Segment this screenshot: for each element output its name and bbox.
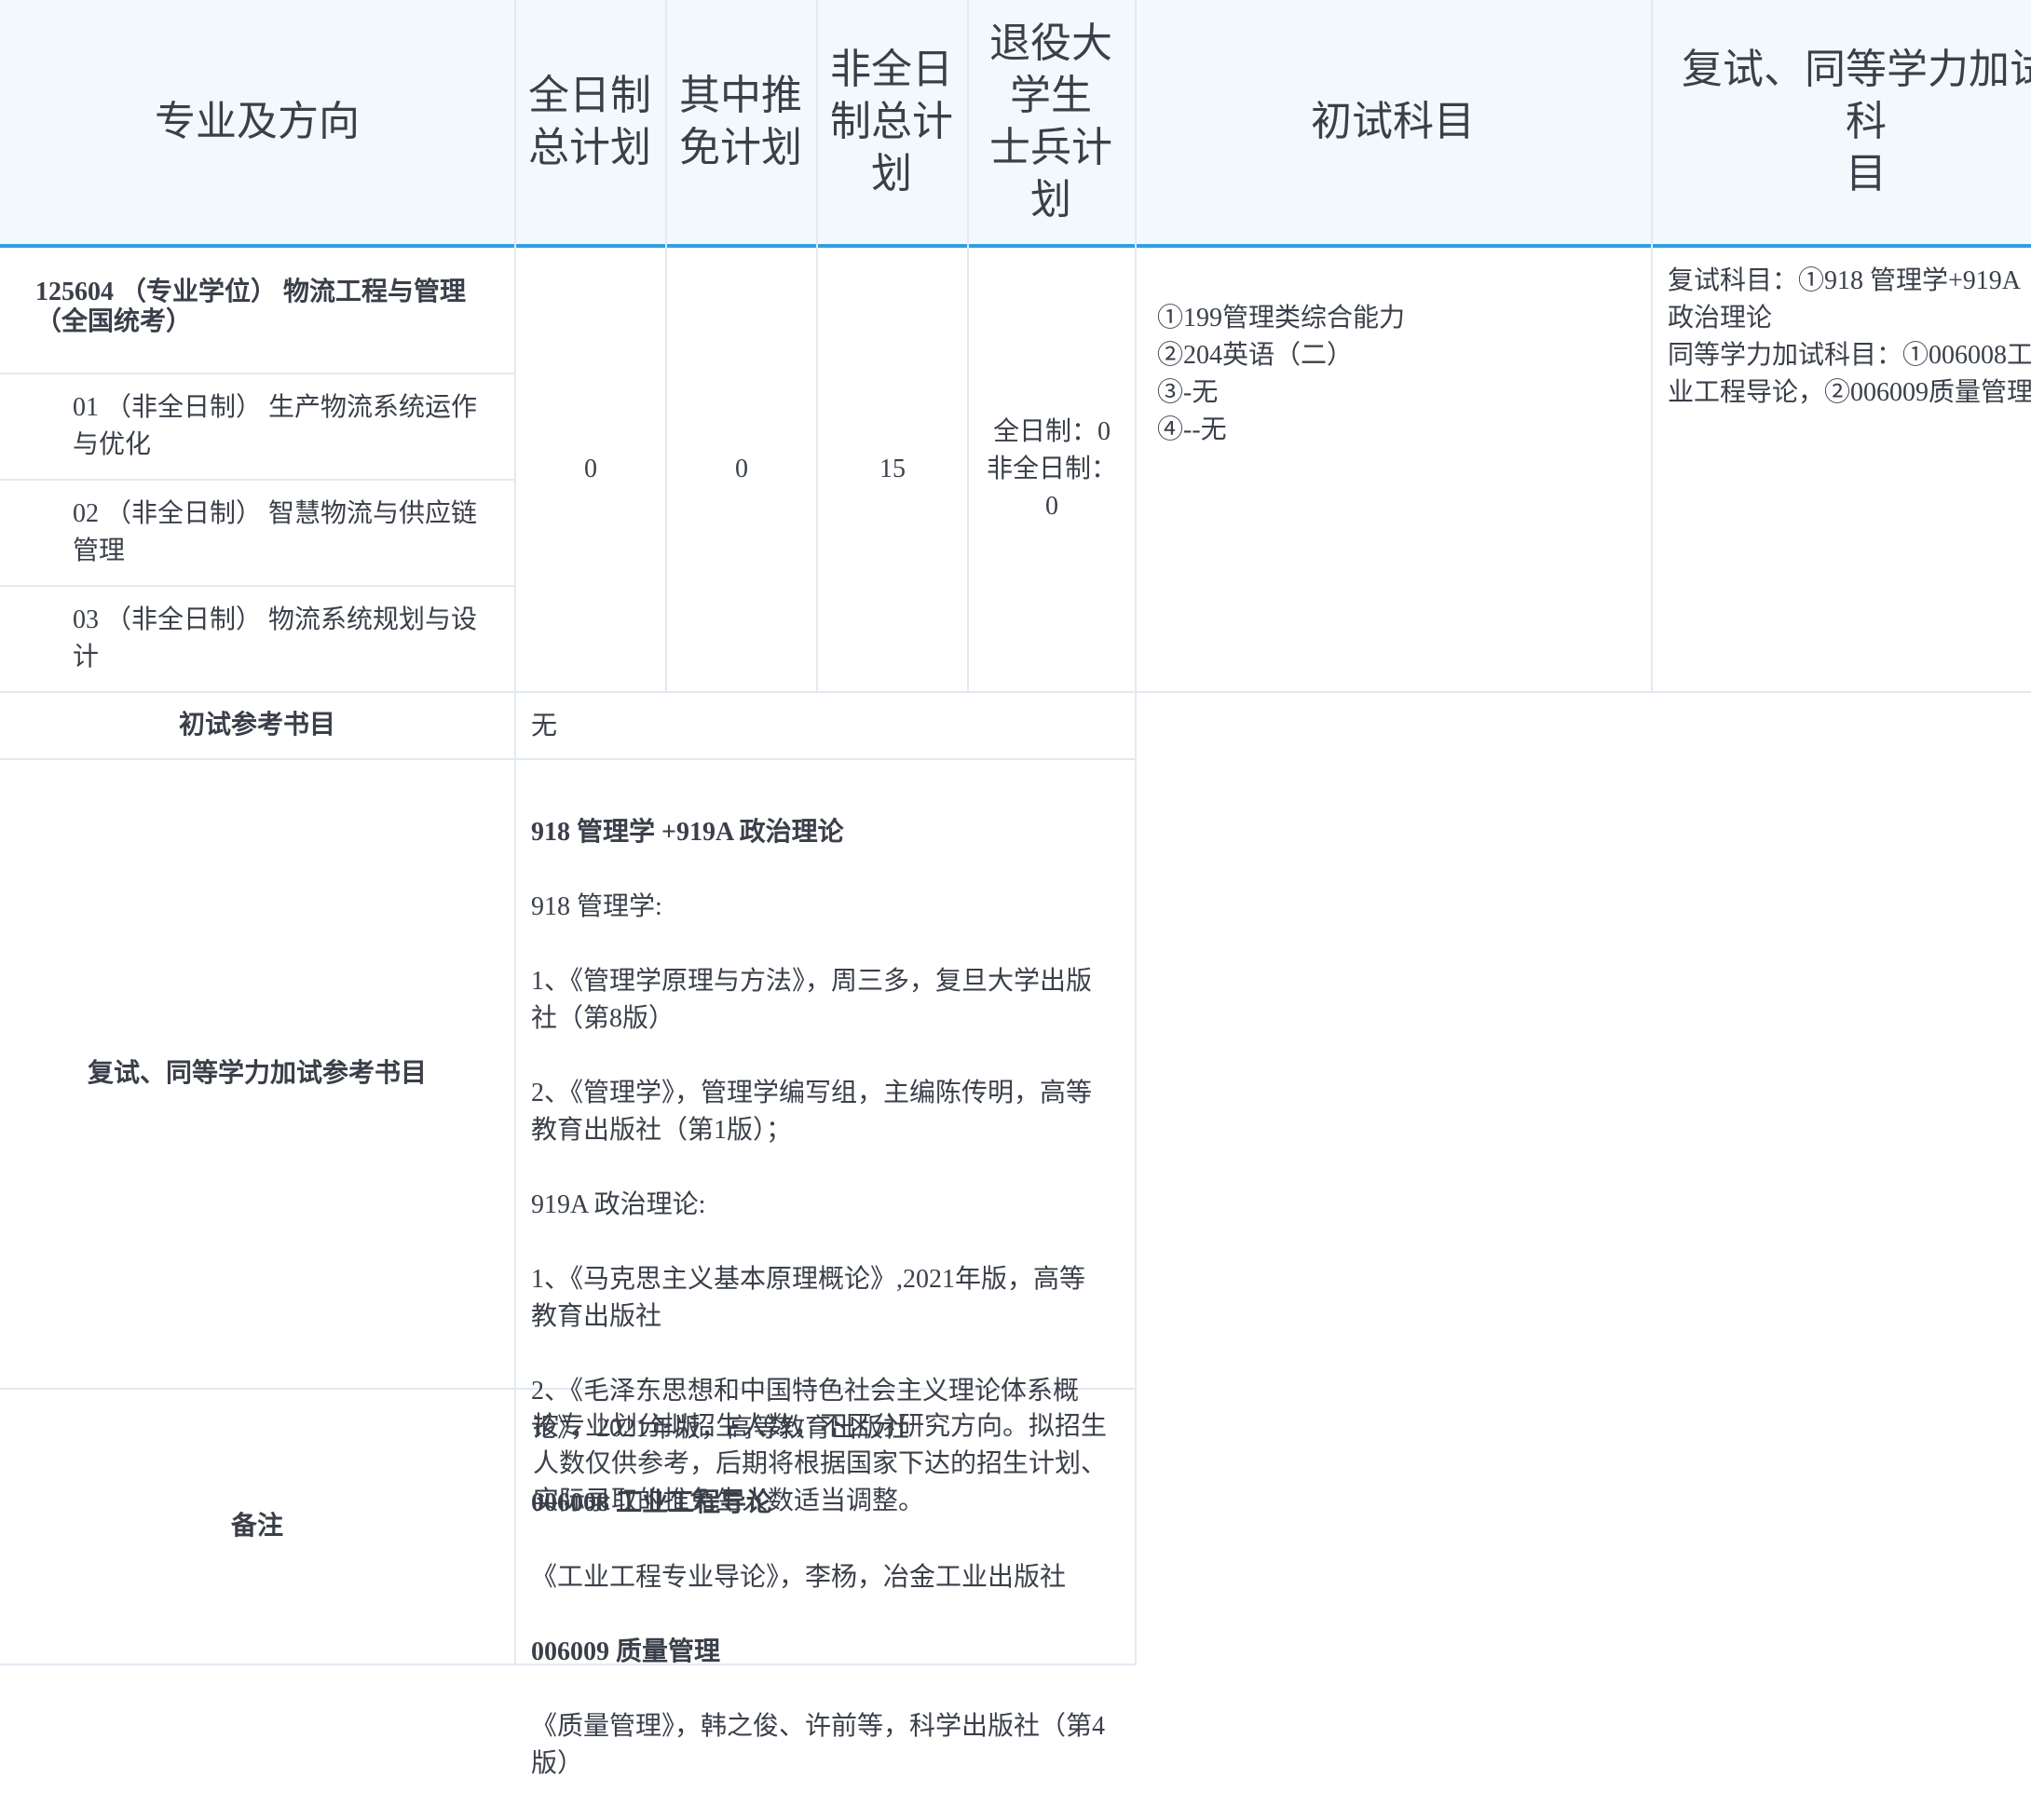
header-initial-subjects: 初试科目	[1311, 99, 1475, 144]
grid-line	[1651, 0, 1653, 691]
remarks-value: 按专业划分拟招生人数，不区分研究方向。拟招生 人数仅供参考，后期将根据国家下达的…	[533, 1412, 1108, 1515]
retest-subjects-value: 复试科目：①918 管理学+919A 政治理论 同等学力加试科目：①006008…	[1668, 266, 2031, 407]
veteran-plan-value: 全日制：0 非全日制： 0	[986, 417, 1117, 521]
direction-item: 03 （非全日制） 物流系统规划与设 计	[73, 605, 478, 672]
header-full-time-total: 全日制 总计划	[528, 73, 651, 170]
initial-books-label: 初试参考书目	[178, 711, 335, 740]
header-major-direction: 专业及方向	[155, 99, 360, 144]
recommended-value: 0	[735, 455, 748, 483]
initial-books-value: 无	[531, 712, 558, 740]
retest-books-list: 918 管理学 +919A 政治理论 918 管理学: 1、《管理学原理与方法》…	[531, 777, 1127, 1820]
header-retest-subjects: 复试、同等学力加试科 目	[1682, 47, 2031, 197]
initial-subjects-value: ①199管理类综合能力 ②204英语（二） ③-无 ④--无	[1157, 304, 1406, 444]
header-veteran-plan: 退役大 学生 士兵计 划	[989, 20, 1112, 223]
grid-line	[1135, 0, 1137, 1665]
header-part-time-total: 非全日 制总计 划	[830, 47, 953, 197]
book-line: 1、《马克思主义基本原理概论》,2021年版，高等 教育出版社	[531, 1265, 1086, 1331]
book-line: 006009 质量管理	[531, 1637, 721, 1666]
book-line: 918 管理学:	[531, 892, 662, 921]
header-recommended: 其中推 免计划	[679, 73, 802, 170]
book-line: 1、《管理学原理与方法》，周三多，复旦大学出版 社（第8版）	[531, 967, 1093, 1033]
retest-books-label: 复试、同等学力加试参考书目	[87, 1059, 427, 1088]
direction-item: 02 （非全日制） 智慧物流与供应链 管理	[73, 499, 478, 565]
full-time-total-value: 0	[584, 455, 597, 483]
direction-item: 01 （非全日制） 生产物流系统运作 与优化	[73, 393, 478, 459]
admission-plan-table: 专业及方向 全日制 总计划 其中推 免计划 非全日 制总计 划 退役大 学生 士…	[0, 0, 2031, 1778]
book-line: 2、《管理学》，管理学编写组，主编陈传明，高等 教育出版社（第1版）；	[531, 1079, 1093, 1145]
grid-line	[0, 479, 514, 481]
book-line: 918 管理学 +919A 政治理论	[531, 818, 844, 847]
book-line: 《工业工程专业导论》，李杨，冶金工业出版社	[531, 1563, 1067, 1592]
book-line: 919A 政治理论:	[531, 1190, 706, 1219]
program-title: 125604 （专业学位） 物流工程与管理 （全国统考）	[35, 278, 467, 336]
book-line: 《质量管理》，韩之俊、许前等，科学出版社（第4 版）	[531, 1712, 1106, 1778]
remarks-label: 备注	[230, 1512, 283, 1541]
part-time-total-value: 15	[879, 455, 906, 483]
grid-line	[0, 585, 514, 587]
grid-line	[0, 373, 514, 374]
